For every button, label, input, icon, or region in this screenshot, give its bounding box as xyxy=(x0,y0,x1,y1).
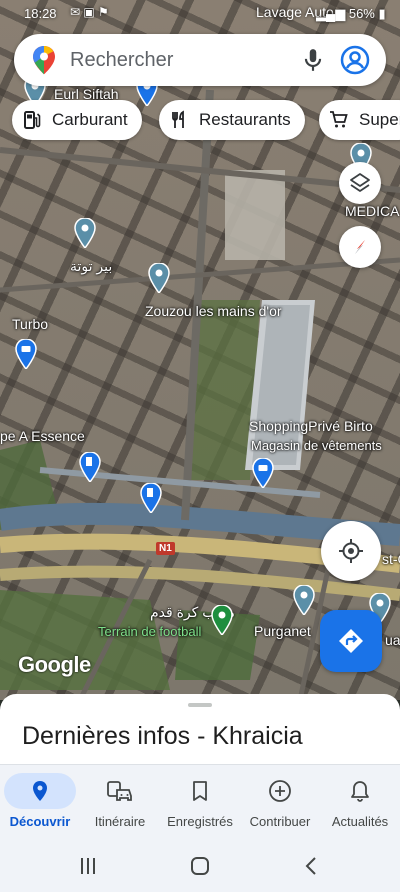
google-logo: Google xyxy=(18,652,91,677)
bookmark-icon xyxy=(193,781,207,801)
map-label-essence[interactable]: pe A Essence xyxy=(0,428,85,444)
bottom-navigation: Découvrir Itinéraire Enregistrés Contrib… xyxy=(0,764,400,840)
map-label-zouzou[interactable]: Zouzou les mains d'or xyxy=(145,303,282,319)
chip-restaurants[interactable]: Restaurants xyxy=(159,100,305,140)
shopping-pin-icon[interactable] xyxy=(252,458,274,488)
gas-station-pin-icon[interactable] xyxy=(140,483,162,513)
microphone-icon[interactable] xyxy=(300,47,326,73)
sheet-title: Dernières infos - Khraicia xyxy=(22,722,303,750)
nav-contribuer[interactable]: Contribuer xyxy=(240,765,320,841)
search-bar[interactable]: Rechercher xyxy=(14,34,386,86)
back-icon[interactable] xyxy=(300,854,324,878)
map-label-turbo[interactable]: Turbo xyxy=(12,316,48,332)
chip-carburant[interactable]: Carburant xyxy=(12,100,142,140)
nav-label: Enregistrés xyxy=(167,814,233,829)
notification-icons: ✉ ▣ ⚑ xyxy=(70,5,109,19)
nav-actualites[interactable]: Actualités xyxy=(320,765,400,841)
place-pin-icon[interactable] xyxy=(293,585,315,615)
road-shield-n1: N1 xyxy=(156,542,175,555)
nav-icon-container xyxy=(324,773,396,809)
my-location-button[interactable] xyxy=(321,521,381,581)
explore-sheet[interactable]: Dernières infos - Khraicia xyxy=(0,694,400,766)
layers-button[interactable] xyxy=(339,162,381,204)
my-location-icon xyxy=(339,539,363,563)
cart-icon xyxy=(330,111,348,128)
map-label-shopping[interactable]: ShoppingPrivé Birto xyxy=(249,418,373,434)
place-pin-icon[interactable] xyxy=(74,218,96,248)
chip-super[interactable]: Super xyxy=(319,100,400,140)
map-label-shopping-sub: Magasin de vêtements xyxy=(251,438,382,453)
account-icon[interactable] xyxy=(340,45,370,75)
status-time: 18:28 xyxy=(24,6,57,21)
map-label-uar: uar xyxy=(385,632,400,648)
map-label-purganet[interactable]: Purganet xyxy=(254,623,311,639)
nav-decouvrir[interactable]: Découvrir xyxy=(0,765,80,841)
shopping-pin-icon[interactable] xyxy=(15,339,37,369)
search-input[interactable]: Rechercher xyxy=(70,49,173,72)
status-bar: 18:28 ✉ ▣ ⚑ Lavage Auto ▂▄▆ 56% ▮ xyxy=(0,0,400,26)
map-label-terrain[interactable]: Terrain de football xyxy=(98,624,201,639)
gas-station-pin-icon[interactable] xyxy=(79,452,101,482)
maps-logo-icon xyxy=(33,46,55,75)
chip-label: Restaurants xyxy=(199,110,291,129)
compass-button[interactable] xyxy=(339,226,381,268)
recents-icon[interactable] xyxy=(76,854,100,878)
bell-icon xyxy=(351,781,369,802)
nav-enregistres[interactable]: Enregistrés xyxy=(160,765,240,841)
restaurant-icon xyxy=(172,110,184,128)
nav-icon-container xyxy=(164,773,236,809)
nav-label: Contribuer xyxy=(249,814,311,829)
place-pin-icon[interactable] xyxy=(148,263,170,293)
compass-icon xyxy=(355,240,365,254)
battery-icon: ▮ xyxy=(378,6,386,21)
chip-label: Super xyxy=(359,110,400,129)
signal-icon: ▂▄▆ xyxy=(316,6,346,21)
directions-icon xyxy=(339,629,363,653)
football-pin-icon[interactable] xyxy=(211,605,233,635)
directions-button[interactable] xyxy=(320,610,382,672)
map-label-bir-touta[interactable]: بير توتة xyxy=(70,258,112,275)
system-navigation-bar xyxy=(0,840,400,892)
commute-icon xyxy=(107,781,132,801)
battery-text: 56% xyxy=(348,6,375,21)
map-label-st: st-C xyxy=(382,551,400,567)
map-label-medica[interactable]: MEDICA xyxy=(345,203,399,219)
status-right: ▂▄▆ 56% ▮ xyxy=(316,6,386,22)
chip-label: Carburant xyxy=(52,110,128,129)
layers-icon xyxy=(350,173,370,192)
nav-label: Actualités xyxy=(331,814,389,829)
drag-handle[interactable] xyxy=(188,703,212,707)
home-icon[interactable] xyxy=(188,854,212,878)
gas-station-icon xyxy=(24,111,41,129)
nav-icon-container xyxy=(244,773,316,809)
pin-icon xyxy=(33,781,47,801)
nav-label: Itinéraire xyxy=(94,814,146,829)
nav-icon-container xyxy=(84,773,156,809)
nav-itineraire[interactable]: Itinéraire xyxy=(80,765,160,841)
nav-icon-container xyxy=(4,773,76,809)
add-circle-icon xyxy=(269,780,291,802)
